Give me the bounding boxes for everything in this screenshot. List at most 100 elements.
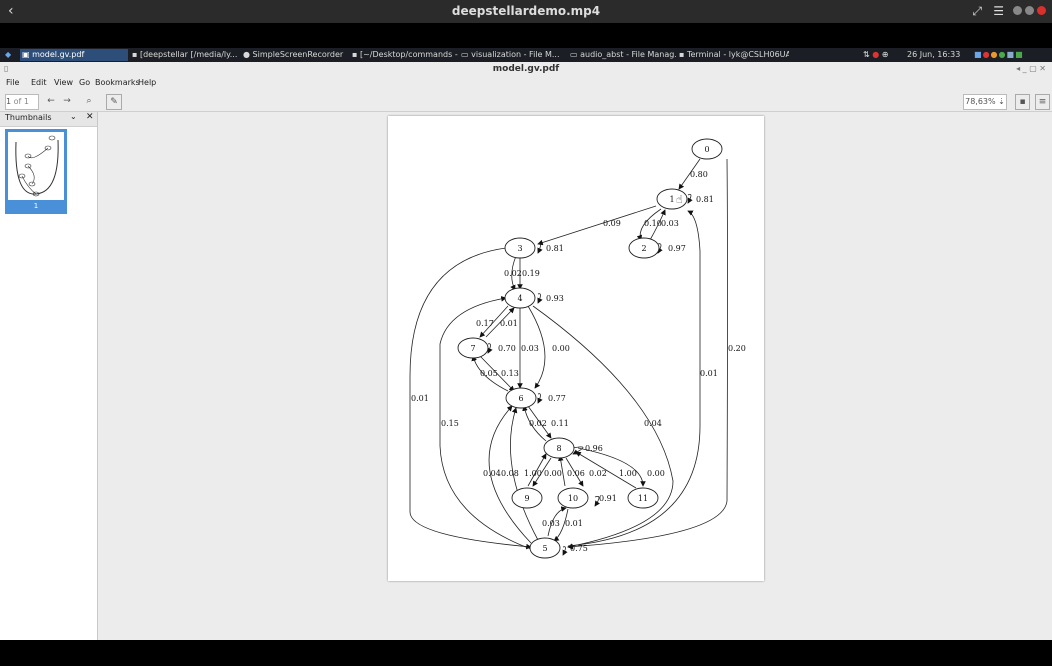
edge-label: 0.91 [599,494,617,503]
video-title: deepstellardemo.mp4 [451,4,601,18]
prev-page-icon[interactable]: ← [45,94,57,108]
task-item[interactable]: ▪ [~/Desktop/commands - S... [350,49,458,61]
edge-label: 0.03 [542,519,560,528]
annotate-icon[interactable]: ✎ [106,94,122,110]
pdf-page: 0 1 2 3 4 7 6 8 9 10 11 5 0.80 0.81 0.09 [388,116,764,581]
node-label: 0 [704,145,709,154]
edge-label: 0.15 [441,419,459,428]
edge-label: 0.81 [546,244,564,253]
pdf-viewer-window: model.gv.pdf ▯ ◂ _ ▢ ✕ File Edit View Go… [0,62,1052,640]
document-area: 0 1 2 3 4 7 6 8 9 10 11 5 0.80 0.81 0.09 [98,112,1052,640]
terminal-icon: ▪ [679,50,685,59]
menu-bookmarks[interactable]: Bookmarks [95,78,140,87]
edge-label: 0.02 [504,269,522,278]
window-controls [1013,6,1046,15]
bookmark-icon[interactable]: ▪ [1015,94,1030,110]
edge-label: 0.04 [644,419,662,428]
edge-label: 0.17 [476,319,494,328]
edge-label: 0.81 [696,195,714,204]
edge-label: 0.02 [589,469,607,478]
menu-bar: File Edit View Go Bookmarks Help [0,77,1052,91]
node-label: 3 [517,244,522,253]
edge-label: 0.08 [501,469,519,478]
folder-icon: ▭ [570,50,578,59]
zoom-arrow-icon: ⇣ [998,97,1005,106]
sidebar-close-icon[interactable]: ✕ [86,112,94,122]
task-item[interactable]: ▪ [deepstellar [/media/ly... [130,49,240,61]
task-item[interactable]: ▣ model.gv.pdf [20,49,128,61]
node-label: 11 [638,494,648,503]
window-buttons[interactable]: ◂ _ ▢ ✕ [1016,64,1046,73]
close-button[interactable] [1037,6,1046,15]
page-number-input[interactable]: 1 of 1 [5,94,39,110]
task-item[interactable]: ▪ Terminal - lyk@CSLH06UA... [677,49,789,61]
node-label: 10 [568,494,578,503]
hamburger-menu-icon[interactable]: ≡ [1035,94,1050,110]
menu-icon[interactable]: ☰ [993,4,1004,18]
sidebar-title: Thumbnails [5,113,52,122]
node-label: 8 [556,444,561,453]
edge-label: 0.20 [728,344,746,353]
edge-label: 0.02 [529,419,547,428]
edge-label: 0.01 [500,319,518,328]
edge-label: 0.80 [690,170,708,179]
edge-label: 0.75 [570,544,588,553]
edge-label: 0.77 [548,394,566,403]
edge-label: 0.13 [501,369,519,378]
start-menu-icon[interactable]: ◆ [3,49,15,61]
edge-label: 0.96 [585,444,603,453]
edge-label: 0.93 [546,294,564,303]
node-label: 5 [542,544,547,553]
menu-go[interactable]: Go [79,78,90,87]
maximize-button[interactable] [1025,6,1034,15]
player-title-bar: ‹ deepstellardemo.mp4 ⤢ ☰ [0,0,1052,23]
status-icons[interactable]: ■●●●■■ [974,49,1024,61]
edge-label: 0.04 [483,469,501,478]
edge-label: 0.06 [567,469,585,478]
menu-file[interactable]: File [6,78,19,87]
fullscreen-icon[interactable]: ⤢ [972,4,982,19]
edge-label: 0.00 [552,344,570,353]
node-label: 6 [518,394,523,403]
editor-icon: ▪ [352,50,358,59]
node-label: 1 [669,195,674,204]
edge-label: 0.03 [661,219,679,228]
zoom-select[interactable]: 78,63% ⇣ [963,94,1007,110]
edge-label: 0.03 [521,344,539,353]
task-item[interactable]: ● SimpleScreenRecorder [241,49,349,61]
edge-label: 0.00 [544,469,562,478]
task-item[interactable]: ▭ visualization - File M... [459,49,567,61]
toolbar: 1 of 1 ← → ⌕ ✎ 78,63% ⇣ ▪ ≡ [0,91,1052,112]
menu-help[interactable]: Help [138,78,156,87]
edge-label: 1.00 [619,469,637,478]
edge-label: 0.70 [498,344,516,353]
pdf-icon: ▣ [22,50,30,59]
thumbnail-image [8,132,64,200]
tray-icons[interactable]: ⇅ ● ⊕ [863,49,888,61]
search-icon[interactable]: ⌕ [82,94,96,108]
clock[interactable]: 26 Jun, 16:33 [907,49,960,61]
edge-label: 0.05 [480,369,498,378]
next-page-icon[interactable]: → [61,94,73,108]
edge-label: 0.10 [644,219,662,228]
edge-label: 0.01 [565,519,583,528]
node-label: 7 [470,344,475,353]
thumbnail-page[interactable]: 1 [5,129,67,214]
letterbox-bottom [0,640,1052,666]
edge-label: 0.01 [700,369,718,378]
terminal-icon: ▪ [132,50,138,59]
thumbnails-sidebar: Thumbnails ⌄ ✕ 1 [0,112,98,640]
node-label: 2 [641,244,646,253]
mouse-cursor-icon: ☝ [676,193,683,206]
menu-view[interactable]: View [54,78,73,87]
task-item[interactable]: ▭ audio_abst - File Manag... [568,49,676,61]
thumbnail-label: 1 [33,202,39,210]
minimize-button[interactable] [1013,6,1022,15]
edge-label: 0.19 [522,269,540,278]
sidebar-dropdown-icon[interactable]: ⌄ [70,112,77,121]
edge-label: 1.00 [524,469,542,478]
edge-label: 0.97 [668,244,686,253]
taskbar: ◆ ▣ model.gv.pdf ▪ [deepstellar [/media/… [0,48,1052,62]
node-label: 4 [517,294,522,303]
menu-edit[interactable]: Edit [31,78,47,87]
